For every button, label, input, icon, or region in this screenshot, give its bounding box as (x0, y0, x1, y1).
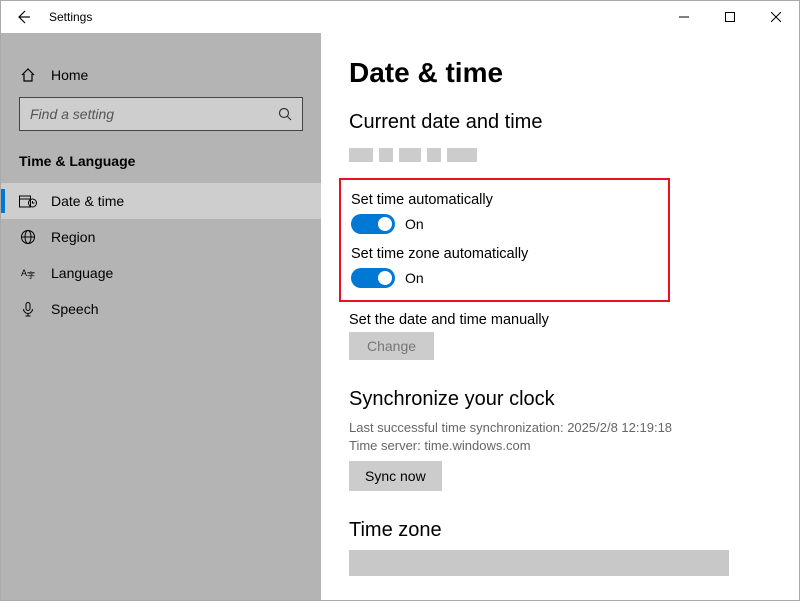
set-time-auto-label: Set time automatically (351, 192, 528, 208)
page-title: Date & time (349, 57, 771, 89)
current-datetime-heading: Current date and time (349, 111, 771, 134)
microphone-icon (19, 301, 37, 317)
set-time-auto-state: On (405, 216, 424, 232)
language-icon: A字 (19, 265, 37, 281)
sync-last: Last successful time synchronization: 20… (349, 419, 771, 437)
search-input-wrap[interactable] (19, 97, 303, 131)
window-title: Settings (49, 10, 92, 24)
sidebar-item-label: Language (51, 265, 113, 281)
sidebar-item-region[interactable]: Region (1, 219, 321, 255)
home-icon (19, 67, 37, 83)
set-manual-label: Set the date and time manually (349, 312, 771, 328)
timezone-select-blurred[interactable] (349, 550, 729, 576)
sidebar-category: Time & Language (1, 149, 321, 183)
change-button[interactable]: Change (349, 332, 434, 360)
set-time-auto-toggle[interactable] (351, 214, 395, 234)
set-tz-auto-label: Set time zone automatically (351, 246, 528, 262)
sidebar: Home Time & Language Date & time (1, 33, 321, 600)
sidebar-home-label: Home (51, 67, 88, 83)
minimize-button[interactable] (661, 1, 707, 33)
sync-server: Time server: time.windows.com (349, 437, 771, 455)
sync-heading: Synchronize your clock (349, 388, 771, 411)
sidebar-item-label: Speech (51, 301, 98, 317)
back-button[interactable] (15, 9, 31, 25)
close-button[interactable] (753, 1, 799, 33)
sync-now-button[interactable]: Sync now (349, 461, 442, 491)
annotation-highlight: Set time automatically On Set time zone … (339, 178, 670, 302)
set-tz-auto-toggle[interactable] (351, 268, 395, 288)
sidebar-item-label: Region (51, 229, 95, 245)
titlebar: Settings (1, 1, 799, 33)
main-content: Date & time Current date and time Set ti… (321, 33, 799, 600)
sidebar-item-language[interactable]: A字 Language (1, 255, 321, 291)
sidebar-item-date-time[interactable]: Date & time (1, 183, 321, 219)
set-tz-auto-state: On (405, 270, 424, 286)
date-time-icon (19, 194, 37, 208)
globe-icon (19, 229, 37, 245)
timezone-heading: Time zone (349, 519, 771, 542)
sidebar-item-speech[interactable]: Speech (1, 291, 321, 327)
search-icon (278, 107, 292, 121)
search-input[interactable] (30, 106, 250, 122)
maximize-button[interactable] (707, 1, 753, 33)
sidebar-item-label: Date & time (51, 193, 124, 209)
current-datetime-value-blurred (349, 148, 771, 170)
svg-text:字: 字 (27, 270, 35, 280)
sidebar-home[interactable]: Home (1, 61, 321, 89)
